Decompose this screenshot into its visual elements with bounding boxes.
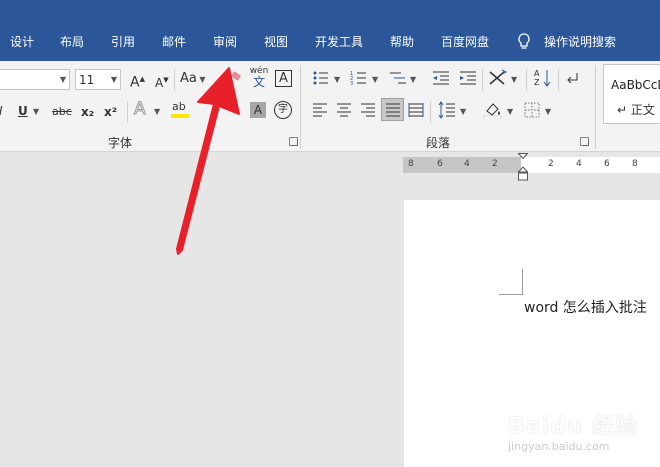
- style-normal-label: ↵ 正文: [617, 103, 655, 117]
- divider: [526, 69, 527, 91]
- bullets-icon[interactable]: [312, 70, 330, 86]
- divider: [300, 65, 301, 149]
- strikethrough-button[interactable]: abc: [52, 104, 72, 120]
- ruler-tick: 6: [604, 159, 610, 169]
- numbering-icon[interactable]: 1 2 3: [350, 70, 368, 86]
- ruler-tick: 4: [464, 159, 470, 169]
- tab-view[interactable]: 视图: [264, 33, 288, 51]
- line-spacing-icon[interactable]: [438, 101, 456, 119]
- document-text[interactable]: word 怎么插入批注: [524, 297, 647, 317]
- chevron-down-icon: ▼: [460, 107, 467, 116]
- paragraph-shading-icon[interactable]: [483, 101, 503, 119]
- divider: [430, 101, 431, 123]
- align-right-icon[interactable]: [360, 102, 376, 118]
- ruler-margin: [403, 157, 521, 173]
- margin-corner-mark: [499, 269, 523, 295]
- font-name-combo[interactable]: ▼: [0, 69, 70, 90]
- italic-button[interactable]: I: [0, 103, 3, 119]
- change-case-button[interactable]: Aa ▼: [180, 71, 206, 88]
- watermark-brand: Baidu 经验: [508, 414, 639, 439]
- align-center-icon[interactable]: [336, 102, 352, 118]
- character-border-button[interactable]: A: [275, 70, 292, 87]
- highlight-button[interactable]: ab: [171, 99, 189, 119]
- ribbon-tab-bar: 设计 布局 引用 邮件 审阅 视图 开发工具 帮助 百度网盘 操作说明搜索: [0, 0, 660, 61]
- font-group-label: 字体: [108, 136, 133, 150]
- ribbon-home: ▼ 11 ▼ A▲ A▼ Aa ▼ wén 文 A I U ▼ abc x₂ x…: [0, 61, 660, 152]
- paragraph-group-label: 段落: [426, 136, 451, 150]
- divider: [174, 69, 175, 91]
- tab-developer[interactable]: 开发工具: [315, 33, 363, 51]
- asian-layout-icon[interactable]: [488, 69, 508, 87]
- increase-indent-icon[interactable]: [459, 70, 477, 86]
- sort-icon[interactable]: AZ: [534, 68, 552, 88]
- ruler-tick: 2: [492, 159, 498, 169]
- superscript-button[interactable]: x²: [104, 104, 117, 120]
- chevron-down-icon: ▼: [372, 75, 379, 84]
- tab-mailings[interactable]: 邮件: [162, 33, 186, 51]
- align-left-icon[interactable]: [312, 102, 328, 118]
- divider: [595, 65, 596, 149]
- chevron-down-icon: ▼: [507, 107, 514, 116]
- tell-me-search[interactable]: 操作说明搜索: [544, 33, 616, 51]
- chevron-down-icon: ▼: [59, 75, 66, 84]
- divider: [482, 69, 483, 91]
- paragraph-dialog-launcher[interactable]: [580, 137, 589, 146]
- enclose-characters-button[interactable]: 字: [274, 101, 292, 119]
- chevron-down-icon: ▼: [334, 75, 341, 84]
- clear-formatting-icon[interactable]: [227, 71, 243, 85]
- distributed-align-icon[interactable]: [408, 102, 424, 118]
- show-formatting-marks-icon[interactable]: [566, 71, 580, 85]
- tab-baidu-netdisk[interactable]: 百度网盘: [441, 33, 489, 51]
- underline-button[interactable]: U: [18, 103, 28, 119]
- highlight-color-swatch: [171, 114, 189, 118]
- watermark-url: jingyan.baidu.com: [508, 440, 610, 453]
- font-dialog-launcher[interactable]: [289, 137, 298, 146]
- borders-icon[interactable]: [524, 102, 540, 118]
- chevron-down-icon: ▼: [511, 75, 518, 84]
- divider: [558, 69, 559, 91]
- grow-font-button[interactable]: A▲: [130, 71, 145, 91]
- chevron-down-icon: ▼: [33, 107, 40, 116]
- phonetic-guide-button[interactable]: wén 文: [249, 67, 269, 89]
- multilevel-list-icon[interactable]: [389, 70, 407, 86]
- decrease-indent-icon[interactable]: [432, 70, 450, 86]
- ruler-tick: 6: [437, 159, 443, 169]
- ruler-tick: 8: [632, 159, 638, 169]
- font-size-combo[interactable]: 11 ▼: [75, 69, 121, 90]
- tab-help[interactable]: 帮助: [390, 33, 414, 51]
- svg-text:3: 3: [350, 81, 353, 86]
- tab-review[interactable]: 审阅: [213, 33, 237, 51]
- tab-layout[interactable]: 布局: [60, 33, 84, 51]
- justify-icon: [386, 103, 400, 117]
- tab-design[interactable]: 设计: [10, 33, 34, 51]
- tab-references[interactable]: 引用: [111, 33, 135, 51]
- character-shading-button[interactable]: A: [250, 102, 266, 118]
- chevron-down-icon: ▼: [545, 107, 552, 116]
- ruler-tick: 2: [548, 159, 554, 169]
- ruler-tick: 8: [408, 159, 414, 169]
- style-sample-text: AaBbCcD: [611, 78, 660, 92]
- justify-button[interactable]: [381, 98, 404, 121]
- lightbulb-icon: [518, 33, 530, 49]
- subscript-button[interactable]: x₂: [81, 104, 94, 120]
- text-effects-button[interactable]: A: [134, 100, 147, 118]
- svg-text:Z: Z: [534, 78, 540, 87]
- chevron-down-icon: ▼: [410, 75, 417, 84]
- font-size-value: 11: [79, 73, 95, 87]
- svg-text:A: A: [534, 69, 540, 78]
- chevron-down-icon: ▼: [154, 107, 161, 116]
- divider: [127, 101, 128, 123]
- indent-marker-icon[interactable]: [518, 153, 528, 181]
- chevron-down-icon: ▼: [110, 75, 117, 84]
- horizontal-ruler[interactable]: 8 6 4 2 2 4 6 8: [403, 157, 660, 173]
- shrink-font-button[interactable]: A▼: [155, 72, 169, 91]
- style-normal-tile[interactable]: AaBbCcD ↵ 正文: [603, 64, 660, 124]
- ruler-tick: 4: [576, 159, 582, 169]
- baidu-watermark: Baidu 经验 jingyan.baidu.com: [508, 408, 648, 460]
